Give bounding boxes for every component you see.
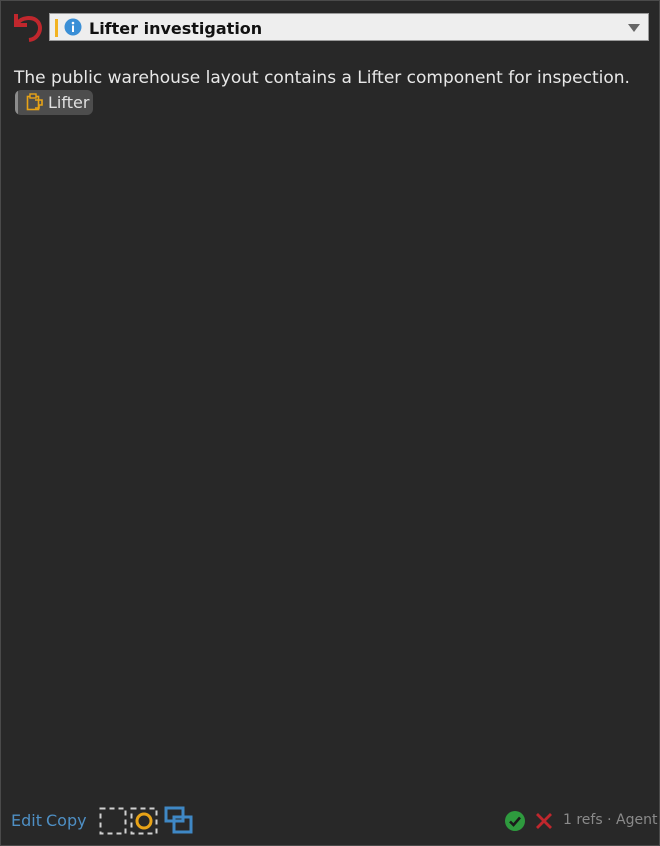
insight-panel: Lifter investigation The public warehous… <box>0 0 660 846</box>
info-icon <box>64 18 82 36</box>
check-circle-icon[interactable] <box>504 810 526 832</box>
title-text: Lifter investigation <box>89 19 263 38</box>
undo-icon[interactable] <box>9 10 45 44</box>
reference-chip-lifter[interactable]: Lifter <box>15 90 93 115</box>
copy-link[interactable]: Copy <box>46 811 87 830</box>
component-icon <box>26 93 43 111</box>
title-dropdown[interactable]: Lifter investigation <box>49 13 649 41</box>
status-text: 1 refs · Agent <box>563 812 658 828</box>
description-text: The public warehouse layout contains a L… <box>14 68 630 88</box>
priority-accent-bar <box>55 19 58 37</box>
window-overlay-icon[interactable] <box>164 806 194 836</box>
chip-accent-bar <box>15 90 18 115</box>
select-region-icon[interactable] <box>99 807 127 835</box>
chevron-down-icon[interactable] <box>627 23 641 33</box>
close-icon[interactable] <box>534 811 554 831</box>
edit-link[interactable]: Edit <box>11 811 42 830</box>
reference-chip-label: Lifter <box>48 93 90 112</box>
select-circle-icon[interactable] <box>130 807 158 835</box>
